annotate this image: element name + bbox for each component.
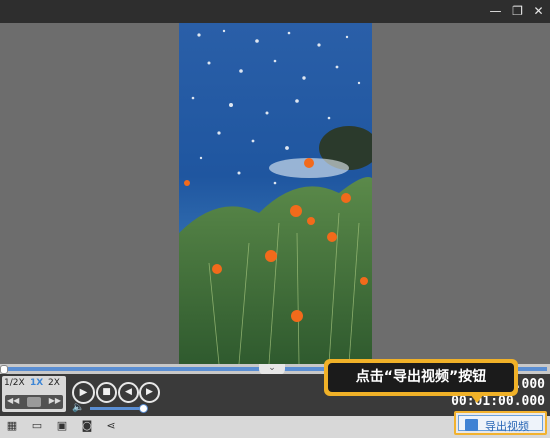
speed-normal[interactable]: 1X bbox=[30, 378, 43, 388]
video-frame bbox=[179, 23, 372, 364]
save-icon[interactable]: ▣ bbox=[55, 419, 69, 433]
video-preview-area bbox=[0, 23, 550, 364]
callout-text: 点击“导出视频”按钮 bbox=[328, 363, 514, 392]
jog-wheel[interactable]: ◀◀ ▶▶ bbox=[5, 395, 63, 409]
settings-icon[interactable]: ▦ bbox=[5, 419, 19, 433]
speed-double[interactable]: 2X bbox=[48, 378, 60, 388]
stop-icon[interactable]: ■ bbox=[96, 382, 117, 403]
prev-frame-icon[interactable]: ◀ bbox=[118, 382, 139, 403]
export-icon bbox=[465, 419, 478, 431]
volume-icon[interactable]: 🔈 bbox=[72, 402, 84, 413]
fast-forward-icon[interactable]: ▶▶ bbox=[49, 396, 61, 405]
speed-selector: 1/2X 1X 2X ◀◀ ▶▶ bbox=[2, 376, 66, 412]
volume-handle[interactable] bbox=[139, 404, 148, 413]
open-folder-icon[interactable]: ▭ bbox=[30, 419, 44, 433]
rewind-icon[interactable]: ◀◀ bbox=[7, 396, 19, 405]
play-icon[interactable]: ▶ bbox=[72, 381, 95, 404]
export-button-label: 导出视频 bbox=[485, 420, 529, 433]
jog-handle[interactable] bbox=[27, 397, 41, 407]
total-time: 00:01:00.000 bbox=[451, 394, 545, 409]
export-video-button[interactable]: 导出视频 bbox=[454, 411, 547, 435]
close-icon[interactable]: ✕ bbox=[530, 3, 547, 20]
callout-pointer bbox=[470, 394, 484, 403]
share-icon[interactable]: ⋖ bbox=[104, 419, 118, 433]
restore-icon[interactable]: ❐ bbox=[509, 3, 526, 20]
title-bar: — ❐ ✕ bbox=[0, 0, 550, 23]
export-button-inner: 导出视频 bbox=[458, 415, 543, 433]
snapshot-icon[interactable]: ◙ bbox=[80, 419, 94, 433]
tutorial-callout: 点击“导出视频”按钮 bbox=[324, 359, 518, 396]
volume-slider[interactable] bbox=[90, 407, 142, 410]
next-frame-icon[interactable]: ▶ bbox=[139, 382, 160, 403]
speed-half[interactable]: 1/2X bbox=[4, 378, 25, 388]
minimize-icon[interactable]: — bbox=[487, 3, 504, 20]
seek-handle[interactable] bbox=[0, 365, 8, 374]
